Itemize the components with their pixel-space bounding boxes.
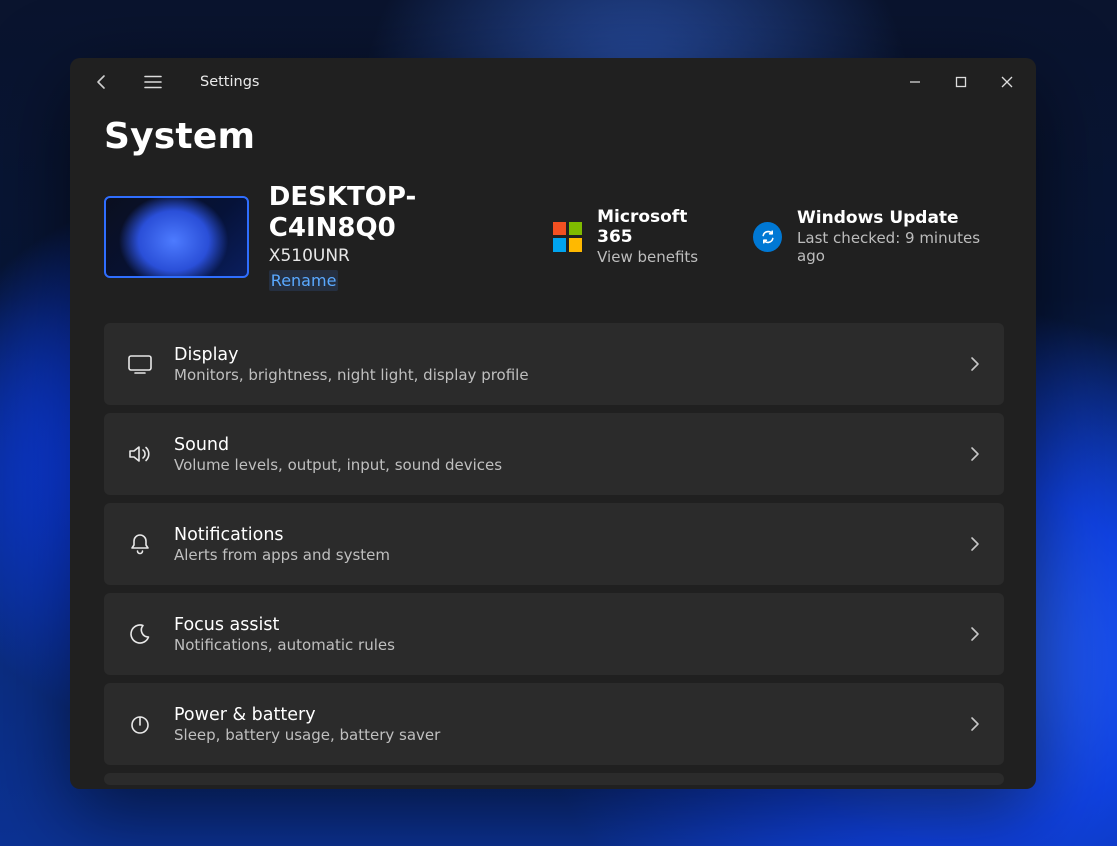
wu-title: Windows Update: [797, 208, 1004, 228]
row-power-battery[interactable]: Power & battery Sleep, battery usage, ba…: [104, 683, 1004, 765]
row-title: Display: [174, 345, 970, 365]
maximize-button[interactable]: [938, 66, 984, 98]
row-subtitle: Volume levels, output, input, sound devi…: [174, 456, 970, 474]
sync-icon: [753, 222, 782, 252]
m365-subtitle: View benefits: [597, 248, 723, 266]
row-focus-assist[interactable]: Focus assist Notifications, automatic ru…: [104, 593, 1004, 675]
back-button[interactable]: [84, 66, 120, 98]
row-title: Focus assist: [174, 615, 970, 635]
chevron-right-icon: [970, 716, 980, 732]
rename-link[interactable]: Rename: [269, 270, 339, 291]
microsoft-logo-icon: [553, 222, 582, 252]
window-controls: [892, 66, 1030, 98]
row-subtitle: Alerts from apps and system: [174, 546, 970, 564]
close-button[interactable]: [984, 66, 1030, 98]
power-icon: [128, 712, 152, 736]
row-subtitle: Sleep, battery usage, battery saver: [174, 726, 970, 744]
row-sound[interactable]: Sound Volume levels, output, input, soun…: [104, 413, 1004, 495]
m365-title: Microsoft 365: [597, 207, 723, 247]
device-model: X510UNR: [269, 246, 534, 266]
nav-menu-button[interactable]: [130, 66, 176, 98]
moon-icon: [128, 622, 152, 646]
hamburger-icon: [144, 75, 162, 89]
app-title: Settings: [200, 74, 259, 90]
row-display[interactable]: Display Monitors, brightness, night ligh…: [104, 323, 1004, 405]
chevron-right-icon: [970, 446, 980, 462]
minimize-icon: [909, 76, 921, 88]
device-name: DESKTOP-C4IN8Q0: [269, 182, 534, 244]
maximize-icon: [955, 76, 967, 88]
page-title: System: [104, 116, 1036, 157]
row-title: Notifications: [174, 525, 970, 545]
arrow-left-icon: [94, 74, 110, 90]
hero-cards: Microsoft 365 View benefits Window: [553, 207, 1004, 266]
row-subtitle: Notifications, automatic rules: [174, 636, 970, 654]
bell-icon: [128, 532, 152, 556]
chevron-right-icon: [970, 536, 980, 552]
row-title: Sound: [174, 435, 970, 455]
display-icon: [127, 353, 153, 375]
row-subtitle: Monitors, brightness, night light, displ…: [174, 366, 970, 384]
content: System DESKTOP-C4IN8Q0 X510UNR Rename Mi: [104, 116, 1036, 789]
row-title: Power & battery: [174, 705, 970, 725]
sound-icon: [127, 443, 153, 465]
device-thumbnail[interactable]: [104, 196, 249, 278]
minimize-button[interactable]: [892, 66, 938, 98]
settings-window: Settings System: [70, 58, 1036, 789]
row-next-peek[interactable]: [104, 773, 1004, 785]
chevron-right-icon: [970, 356, 980, 372]
scroll-area[interactable]: DESKTOP-C4IN8Q0 X510UNR Rename Microsoft…: [104, 182, 1026, 789]
close-icon: [1001, 76, 1013, 88]
system-hero: DESKTOP-C4IN8Q0 X510UNR Rename Microsoft…: [104, 182, 1004, 291]
windows-update-card[interactable]: Windows Update Last checked: 9 minutes a…: [753, 208, 1004, 265]
device-info: DESKTOP-C4IN8Q0 X510UNR Rename: [269, 182, 534, 291]
microsoft-365-card[interactable]: Microsoft 365 View benefits: [553, 207, 723, 266]
wu-subtitle: Last checked: 9 minutes ago: [797, 229, 1004, 265]
row-notifications[interactable]: Notifications Alerts from apps and syste…: [104, 503, 1004, 585]
settings-list: Display Monitors, brightness, night ligh…: [104, 323, 1004, 789]
chevron-right-icon: [970, 626, 980, 642]
titlebar: Settings: [70, 58, 1036, 106]
